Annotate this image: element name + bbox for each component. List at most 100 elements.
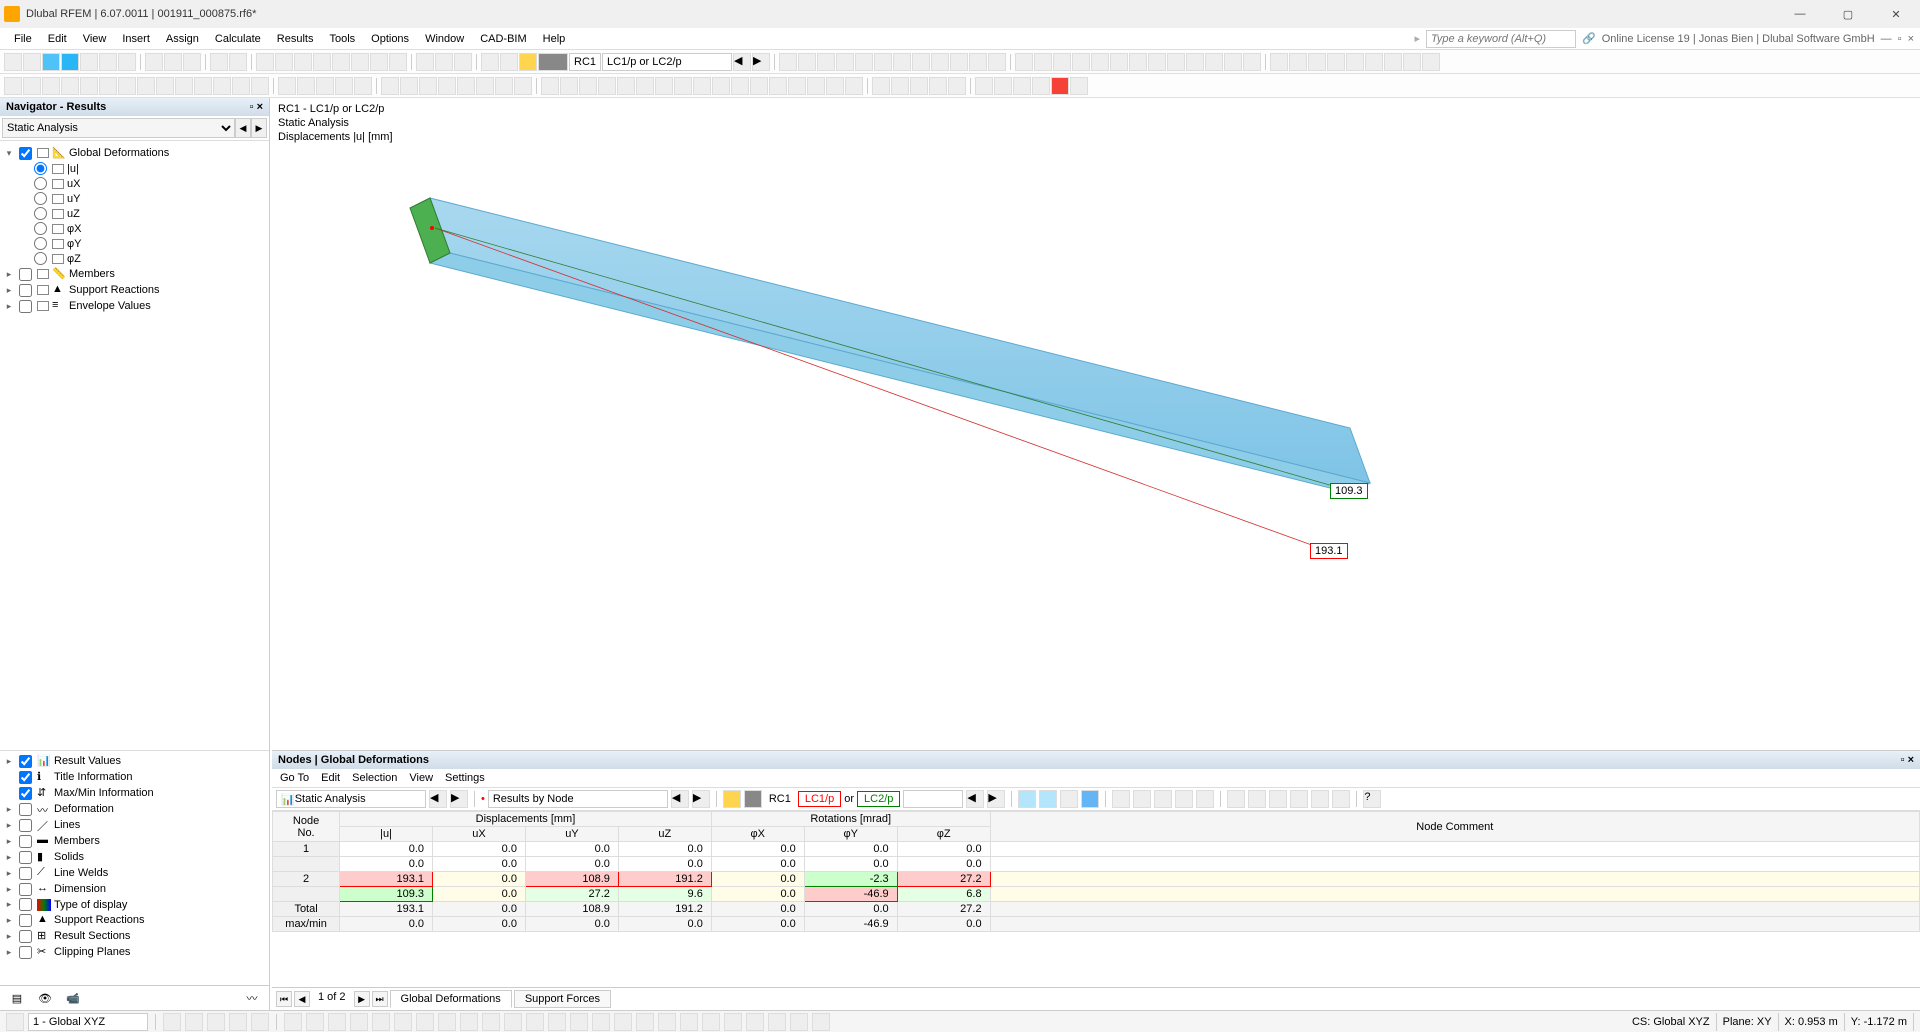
t2-45[interactable] bbox=[872, 77, 890, 95]
sb-7[interactable] bbox=[306, 1013, 324, 1031]
sb-8[interactable] bbox=[328, 1013, 346, 1031]
t2-49[interactable] bbox=[948, 77, 966, 95]
opt-support-reactions[interactable]: ▸▲Support Reactions bbox=[4, 912, 265, 928]
table-row[interactable]: 2 193.10.0108.9191.20.0-2.327.2 bbox=[273, 872, 1920, 887]
sb-17[interactable] bbox=[526, 1013, 544, 1031]
bp-prev3[interactable]: ◀ bbox=[966, 790, 984, 808]
bp-prev2[interactable]: ◀ bbox=[671, 790, 689, 808]
nav-close-icon[interactable]: × bbox=[257, 101, 263, 113]
tb-y1[interactable] bbox=[1015, 53, 1033, 71]
t2-47[interactable] bbox=[910, 77, 928, 95]
menu-edit[interactable]: Edit bbox=[40, 31, 75, 47]
tb-calc1[interactable] bbox=[416, 53, 434, 71]
nav-next[interactable]: ▶ bbox=[251, 118, 267, 138]
table-row[interactable]: 0.00.00.00.00.00.00.0 bbox=[273, 857, 1920, 872]
bp-t12[interactable] bbox=[1269, 790, 1287, 808]
tb-print[interactable] bbox=[118, 53, 136, 71]
sb-21[interactable] bbox=[614, 1013, 632, 1031]
sb-16[interactable] bbox=[504, 1013, 522, 1031]
bp-y2[interactable] bbox=[744, 790, 762, 808]
t2-9[interactable] bbox=[156, 77, 174, 95]
tb-view7[interactable] bbox=[370, 53, 388, 71]
tb-next[interactable]: ▶ bbox=[752, 53, 770, 71]
tb-calc3[interactable] bbox=[454, 53, 472, 71]
opt-result-sections[interactable]: ▸⊞Result Sections bbox=[4, 928, 265, 944]
t2-48[interactable] bbox=[929, 77, 947, 95]
t2-8[interactable] bbox=[137, 77, 155, 95]
tb-view2[interactable] bbox=[275, 53, 293, 71]
bp-prev1[interactable]: ◀ bbox=[429, 790, 447, 808]
bp-t3[interactable] bbox=[1060, 790, 1078, 808]
tb-z7[interactable] bbox=[1384, 53, 1402, 71]
sb-4[interactable] bbox=[229, 1013, 247, 1031]
mdi-max[interactable]: ▫ bbox=[1898, 33, 1902, 45]
sb-26[interactable] bbox=[724, 1013, 742, 1031]
tab-eye-icon[interactable]: 👁 bbox=[34, 989, 56, 1007]
bp-t7[interactable] bbox=[1154, 790, 1172, 808]
bp-help-icon[interactable]: ? bbox=[1363, 790, 1381, 808]
tb-x5[interactable] bbox=[855, 53, 873, 71]
opt-lines[interactable]: ▸／Lines bbox=[4, 817, 265, 833]
t2-7[interactable] bbox=[118, 77, 136, 95]
t2-18[interactable] bbox=[335, 77, 353, 95]
bp-t14[interactable] bbox=[1311, 790, 1329, 808]
tb-y9[interactable] bbox=[1167, 53, 1185, 71]
menu-view[interactable]: View bbox=[75, 31, 115, 47]
sb-19[interactable] bbox=[570, 1013, 588, 1031]
sb-27[interactable] bbox=[746, 1013, 764, 1031]
tree-ux[interactable]: uX bbox=[4, 176, 265, 191]
tb-cloud1[interactable] bbox=[42, 53, 60, 71]
t2-14[interactable] bbox=[251, 77, 269, 95]
tb-x4[interactable] bbox=[836, 53, 854, 71]
tb-view3[interactable] bbox=[294, 53, 312, 71]
tree-uz[interactable]: uZ bbox=[4, 206, 265, 221]
t2-27[interactable] bbox=[514, 77, 532, 95]
tree-phix[interactable]: φX bbox=[4, 221, 265, 236]
sb-2[interactable] bbox=[185, 1013, 203, 1031]
t2-38[interactable] bbox=[731, 77, 749, 95]
rc-dropdown[interactable]: RC1 bbox=[569, 53, 601, 71]
tb-y3[interactable] bbox=[1053, 53, 1071, 71]
tb-r2[interactable] bbox=[500, 53, 518, 71]
tb-redo[interactable] bbox=[229, 53, 247, 71]
bp-t5[interactable] bbox=[1112, 790, 1130, 808]
opt-dimension[interactable]: ▸↔Dimension bbox=[4, 881, 265, 897]
nav-pin-icon[interactable]: ▫ bbox=[250, 101, 254, 113]
mdi-close[interactable]: × bbox=[1908, 33, 1914, 45]
t2-3[interactable] bbox=[42, 77, 60, 95]
t2-44[interactable] bbox=[845, 77, 863, 95]
tree-support[interactable]: ▸▲Support Reactions bbox=[4, 282, 265, 298]
bp-t8[interactable] bbox=[1175, 790, 1193, 808]
t2-51[interactable] bbox=[994, 77, 1012, 95]
tb-cloud2[interactable] bbox=[61, 53, 79, 71]
page-first[interactable]: ⏮ bbox=[276, 991, 292, 1007]
bp-t9[interactable] bbox=[1196, 790, 1214, 808]
tb-save[interactable] bbox=[80, 53, 98, 71]
tb-doc1[interactable] bbox=[145, 53, 163, 71]
bp-t15[interactable] bbox=[1332, 790, 1350, 808]
tree-uy[interactable]: uY bbox=[4, 191, 265, 206]
sb-10[interactable] bbox=[372, 1013, 390, 1031]
tab-global-deformations[interactable]: Global Deformations bbox=[390, 990, 512, 1008]
bp-t4[interactable] bbox=[1081, 790, 1099, 808]
t2-15[interactable] bbox=[278, 77, 296, 95]
menu-file[interactable]: File bbox=[6, 31, 40, 47]
sb-9[interactable] bbox=[350, 1013, 368, 1031]
results-table[interactable]: NodeNo. Displacements [mm] Rotations [mr… bbox=[272, 811, 1920, 932]
t2-13[interactable] bbox=[232, 77, 250, 95]
t2-26[interactable] bbox=[495, 77, 513, 95]
sb-cs-select[interactable]: 1 - Global XYZ bbox=[28, 1013, 148, 1031]
opt-type-display[interactable]: ▸Type of display bbox=[4, 897, 265, 912]
tb-r1[interactable] bbox=[481, 53, 499, 71]
analysis-select[interactable]: Static Analysis bbox=[2, 118, 235, 138]
menu-calculate[interactable]: Calculate bbox=[207, 31, 269, 47]
tb-x11[interactable] bbox=[969, 53, 987, 71]
t2-52[interactable] bbox=[1013, 77, 1031, 95]
t2-53[interactable] bbox=[1032, 77, 1050, 95]
bp-lc-select[interactable] bbox=[903, 790, 963, 808]
tb-y2[interactable] bbox=[1034, 53, 1052, 71]
tb-view5[interactable] bbox=[332, 53, 350, 71]
tb-x7[interactable] bbox=[893, 53, 911, 71]
t2-1[interactable] bbox=[4, 77, 22, 95]
t2-29[interactable] bbox=[560, 77, 578, 95]
